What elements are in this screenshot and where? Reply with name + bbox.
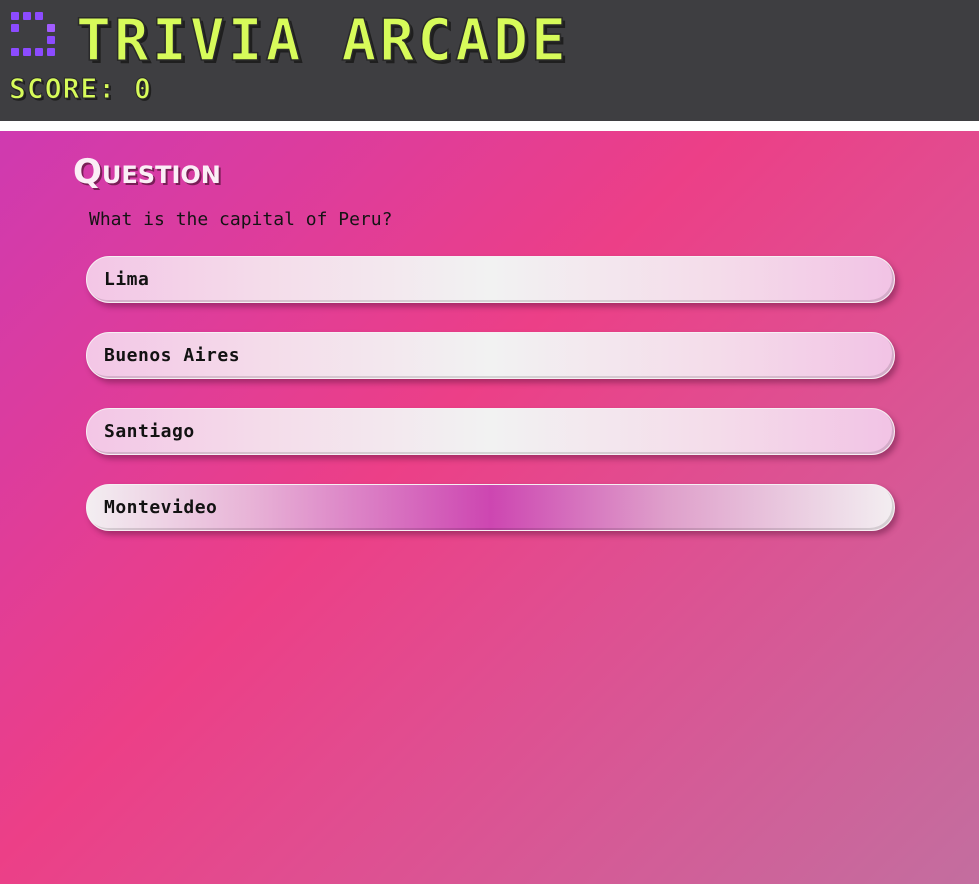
answer-button-lima[interactable]: Lima	[86, 256, 895, 303]
app-title: Trivia Arcade	[75, 5, 569, 75]
header-divider	[0, 121, 979, 131]
answer-label: Lima	[104, 269, 150, 290]
answer-button-buenos-aires[interactable]: Buenos Aires	[86, 332, 895, 379]
answer-label: Buenos Aires	[104, 345, 241, 366]
question-text: What is the capital of Peru?	[89, 209, 393, 230]
pixel-grid-icon	[11, 12, 55, 56]
answer-label: Santiago	[104, 421, 195, 442]
section-heading: Question	[73, 152, 221, 192]
answer-button-santiago[interactable]: Santiago	[86, 408, 895, 455]
app-header: Trivia Arcade Score: 0	[0, 0, 979, 121]
question-panel: Question What is the capital of Peru? Li…	[0, 131, 979, 884]
score-display: Score: 0	[9, 72, 152, 106]
answer-list: Lima Buenos Aires Santiago Montevideo	[86, 256, 895, 560]
answer-button-montevideo[interactable]: Montevideo	[86, 484, 895, 531]
answer-label: Montevideo	[104, 497, 218, 518]
